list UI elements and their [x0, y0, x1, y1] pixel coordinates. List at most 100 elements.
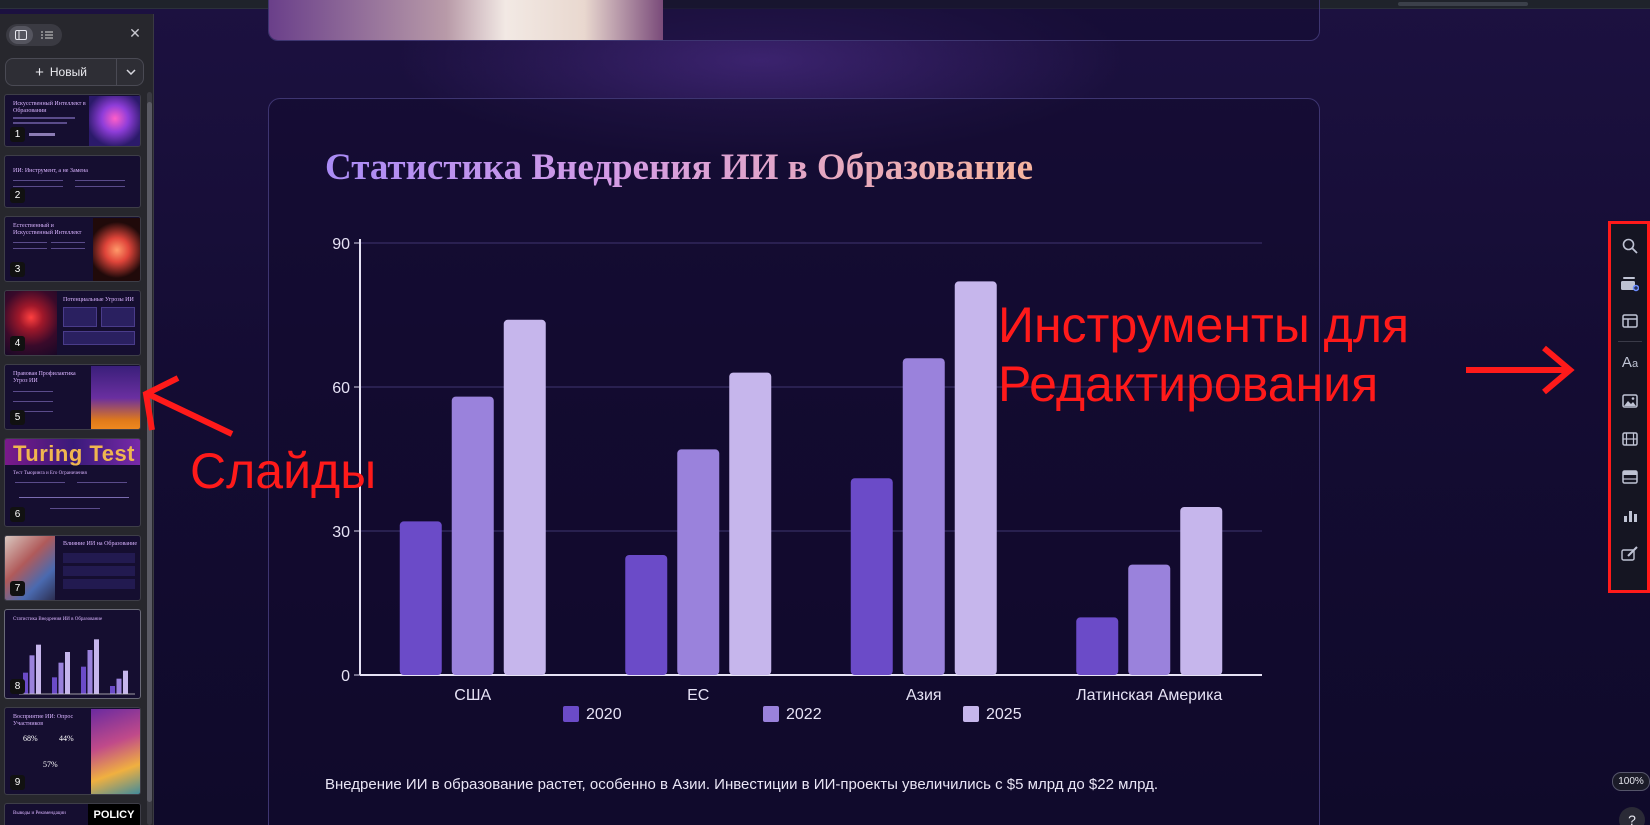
image-icon: [1622, 394, 1638, 408]
y-tick-label: 0: [341, 668, 350, 685]
table-icon: [1622, 470, 1638, 484]
sidebar-scrollbar[interactable]: [147, 92, 152, 825]
bar-2020-3: [1076, 617, 1119, 675]
chart-icon: [1624, 511, 1637, 522]
text-tool[interactable]: Aa: [1620, 352, 1640, 372]
stat-value: 44%: [59, 734, 74, 743]
slide-number: 6: [10, 507, 25, 522]
bar-2025-0: [503, 319, 546, 675]
help-button[interactable]: ?: [1619, 807, 1645, 825]
bar-2022-1: [677, 449, 720, 675]
slides-annotation: Слайды: [190, 443, 377, 499]
y-tick-label: 60: [332, 380, 350, 397]
list-icon: [41, 31, 53, 39]
slide-number: 5: [10, 410, 25, 425]
slide-thumb-title: Восприятие ИИ: Опрос Участников: [13, 714, 74, 727]
slide-thumbnail-10[interactable]: Выводы и Рекомендации POLICY: [4, 803, 141, 825]
y-tick-label: 30: [332, 524, 350, 541]
filmstrip-view-button[interactable]: [9, 26, 33, 44]
slide-image: [93, 218, 140, 281]
slide-number: 9: [10, 775, 25, 790]
legend-label: 2025: [986, 706, 1022, 723]
mini-bar: [87, 650, 93, 694]
mini-bars: [23, 639, 128, 694]
slide-image: [91, 709, 140, 794]
slide-thumbnail-2[interactable]: ИИ: Инструмент, а не Замена 2: [4, 155, 141, 208]
slide-caption[interactable]: Внедрение ИИ в образование растет, особе…: [325, 776, 1158, 793]
search-tool[interactable]: [1620, 236, 1640, 256]
stat-value: 68%: [23, 734, 38, 743]
x-tick-label: ЕС: [687, 687, 709, 704]
legend-swatch: [563, 706, 579, 722]
video-tool[interactable]: [1620, 429, 1640, 449]
bar-2022-3: [1128, 564, 1171, 675]
slide-number: 3: [10, 262, 25, 277]
slide-thumb-title: Естественный и Искусственный Интеллект: [13, 223, 82, 236]
text-line: [13, 180, 63, 181]
slide-image: [91, 366, 140, 429]
bar-2025-3: [1180, 507, 1223, 675]
text-line: [13, 248, 47, 249]
slide-thumb-title: Влияние ИИ на Образование: [63, 541, 137, 547]
list-row: [63, 553, 135, 563]
x-tick-label: Латинская Америка: [1076, 687, 1222, 704]
add-slide-tool[interactable]: [1620, 274, 1640, 294]
slide-thumbnail-7[interactable]: Влияние ИИ на Образование 7: [4, 535, 141, 601]
plus-icon: +: [35, 63, 44, 81]
image-tool[interactable]: [1620, 391, 1640, 411]
slide-thumb-title: Правовая Профилактика Угроз ИИ: [13, 371, 76, 384]
bar-2020-0: [399, 521, 442, 675]
bar-2022-2: [902, 358, 945, 675]
slide-thumbnail-1[interactable]: Искусственный Интеллект в Образовании 1: [4, 94, 141, 147]
slide-thumb-title: Искусственный Интеллект в Образовании: [13, 101, 86, 114]
mini-bar: [52, 677, 57, 694]
slide-thumbnail-6[interactable]: Turing Test Тест Тьюринга и Его Ограниче…: [4, 438, 141, 527]
slide-number: 8: [10, 679, 25, 694]
legend-swatch: [963, 706, 979, 722]
slide-thumbnail-4[interactable]: Потенциальные Угрозы ИИ 4: [4, 290, 141, 356]
text-box: [63, 307, 97, 327]
chevron-down-icon: [125, 69, 136, 75]
new-slide-label: Новый: [49, 65, 87, 79]
new-slide-button[interactable]: + Новый: [6, 59, 116, 85]
slide-thumbnail-5[interactable]: Правовая Профилактика Угроз ИИ 5: [4, 364, 141, 430]
slide-image: [89, 96, 140, 146]
slide-thumb-title: ИИ: Инструмент, а не Замена: [13, 168, 88, 174]
chart-tool[interactable]: [1620, 506, 1640, 526]
close-sidebar-button[interactable]: ✕: [126, 25, 144, 43]
slide-title[interactable]: Статистика Внедрения ИИ в Образование: [325, 146, 1033, 189]
close-icon: ✕: [129, 26, 141, 42]
previous-slide-card[interactable]: [268, 0, 1320, 41]
text-line: [29, 133, 55, 136]
slide-number: 7: [10, 581, 25, 596]
list-row: [63, 566, 135, 576]
x-tick-label: Азия: [906, 687, 942, 704]
text-line: [13, 117, 75, 119]
edit-icon: [1621, 546, 1638, 561]
list-view-button[interactable]: [35, 26, 59, 44]
mini-bar: [36, 644, 41, 694]
edit-tool[interactable]: [1620, 544, 1640, 564]
text-icon: Aa: [1621, 353, 1639, 371]
sidebar-header: ✕: [6, 24, 148, 46]
slide-thumb-title: Тест Тьюринга и Его Ограничения: [13, 471, 87, 476]
text-line: [13, 186, 63, 187]
slide-thumbnail-3[interactable]: Естественный и Искусственный Интеллект 3: [4, 216, 141, 282]
text-box: [101, 307, 135, 327]
legend-label: 2022: [786, 706, 822, 723]
new-slide-dropdown[interactable]: [117, 59, 144, 85]
table-tool[interactable]: [1620, 467, 1640, 487]
text-line: [50, 508, 100, 509]
slide-thumb-chart: [19, 639, 135, 695]
mini-bar: [65, 652, 70, 694]
slide-thumbnail-8[interactable]: Статистика Внедрения ИИ в Образование 8: [4, 609, 141, 699]
slide-thumbnail-9[interactable]: Восприятие ИИ: Опрос Участников 68% 44% …: [4, 707, 141, 795]
slide-thumb-title: Статистика Внедрения ИИ в Образование: [13, 617, 103, 622]
scrollbar-thumb[interactable]: [147, 102, 152, 802]
zoom-level[interactable]: 100%: [1612, 772, 1650, 791]
slide-number: 1: [10, 127, 25, 142]
slide-banner-text: POLICY: [88, 804, 140, 825]
slide-banner-text: Turing Test: [13, 441, 136, 466]
mini-bar: [94, 639, 99, 694]
layout-tool[interactable]: [1620, 311, 1640, 331]
